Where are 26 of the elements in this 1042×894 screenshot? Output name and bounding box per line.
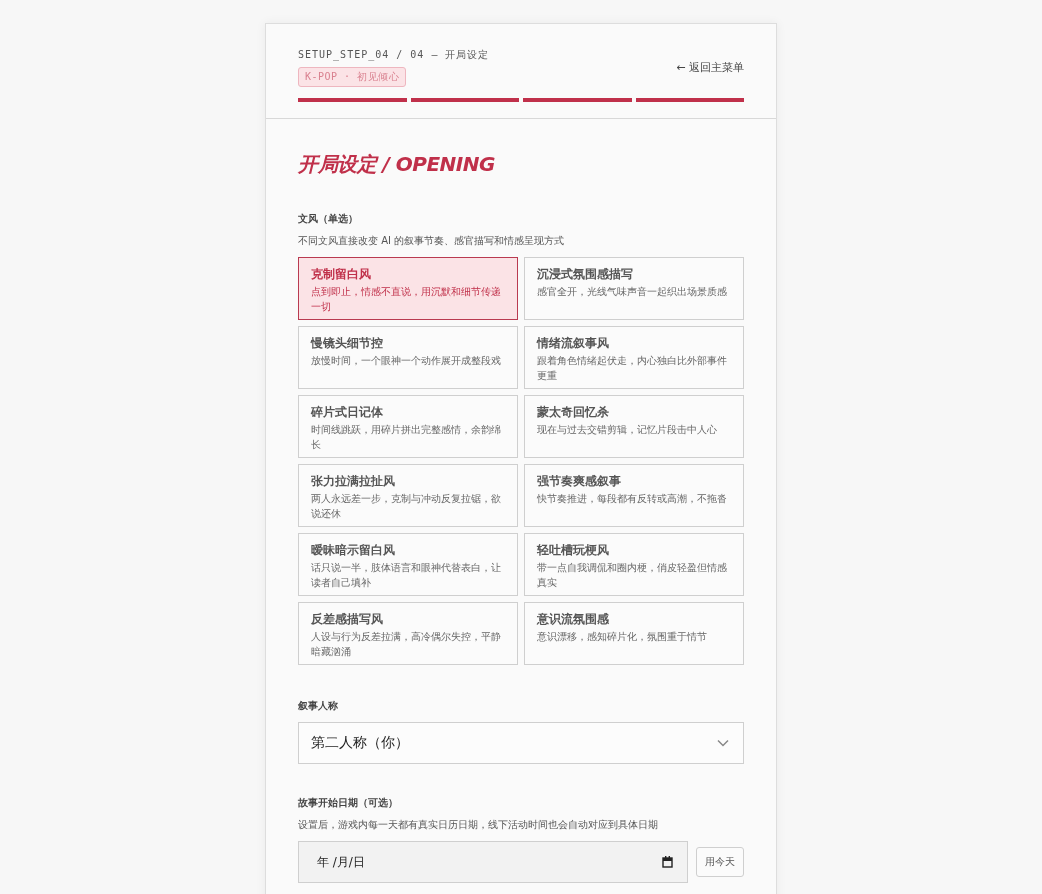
style-option[interactable]: 沉浸式氛围感描写 感官全开，光线气味声音一起织出场景质感 bbox=[524, 257, 744, 320]
calendar-icon bbox=[662, 856, 673, 868]
section-label: 叙事人称 bbox=[298, 699, 339, 713]
style-option[interactable]: 碎片式日记体 时间线跳跃，用碎片拼出完整感情，余韵绵长 bbox=[298, 395, 518, 458]
style-option[interactable]: 慢镜头细节控 放慢时间，一个眼神一个动作展开成整段戏 bbox=[298, 326, 518, 389]
date-field[interactable]: 年 /月/日 bbox=[298, 841, 688, 883]
style-option[interactable]: 克制留白风 点到即止，情感不直说，用沉默和细节传递一切 bbox=[298, 257, 518, 320]
style-option[interactable]: 反差感描写风 人设与行为反差拉满，高冷偶尔失控，平静暗藏汹涌 bbox=[298, 602, 518, 665]
use-today-button[interactable]: 用今天 bbox=[696, 847, 744, 877]
section-label: 故事开始日期（可选） bbox=[298, 796, 399, 810]
section-hint: 不同文风直接改变 AI 的叙事节奏、感官描写和情感呈现方式 bbox=[298, 234, 566, 248]
back-to-menu-link[interactable]: ← 返回主菜单 bbox=[676, 60, 744, 75]
style-option[interactable]: 情绪流叙事风 跟着角色情绪起伏走，内心独白比外部事件更重 bbox=[524, 326, 744, 389]
section-hint: 设置后，游戏内每一天都有真实日历日期，线下活动时间也会自动对应到具体日期 bbox=[298, 818, 659, 832]
style-option[interactable]: 强节奏爽感叙事 快节奏推进，每段都有反转或高潮，不拖沓 bbox=[524, 464, 744, 527]
style-option[interactable]: 意识流氛围感 意识漂移，感知碎片化，氛围重于情节 bbox=[524, 602, 744, 665]
step-indicator: SETUP_STEP_04 / 04 — 开局设定 bbox=[298, 48, 490, 62]
style-option[interactable]: 张力拉满拉扯风 两人永远差一步，克制与冲动反复拉锯，欲说还休 bbox=[298, 464, 518, 527]
style-option[interactable]: 蒙太奇回忆杀 现在与过去交错剪辑，记忆片段击中人心 bbox=[524, 395, 744, 458]
style-option[interactable]: 暧昧暗示留白风 话只说一半，肢体语言和眼神代替表白，让读者自己填补 bbox=[298, 533, 518, 596]
page-title: 开局设定 / OPENING bbox=[298, 151, 496, 178]
narration-select[interactable]: 第二人称（你） bbox=[298, 722, 744, 764]
section-label: 文风（单选） bbox=[298, 212, 359, 226]
chevron-down-icon bbox=[717, 739, 729, 747]
theme-tag: K-POP · 初见倾心 bbox=[298, 67, 407, 87]
style-option[interactable]: 轻吐槽玩梗风 带一点自我调侃和圈内梗，俏皮轻盈但情感真实 bbox=[524, 533, 744, 596]
